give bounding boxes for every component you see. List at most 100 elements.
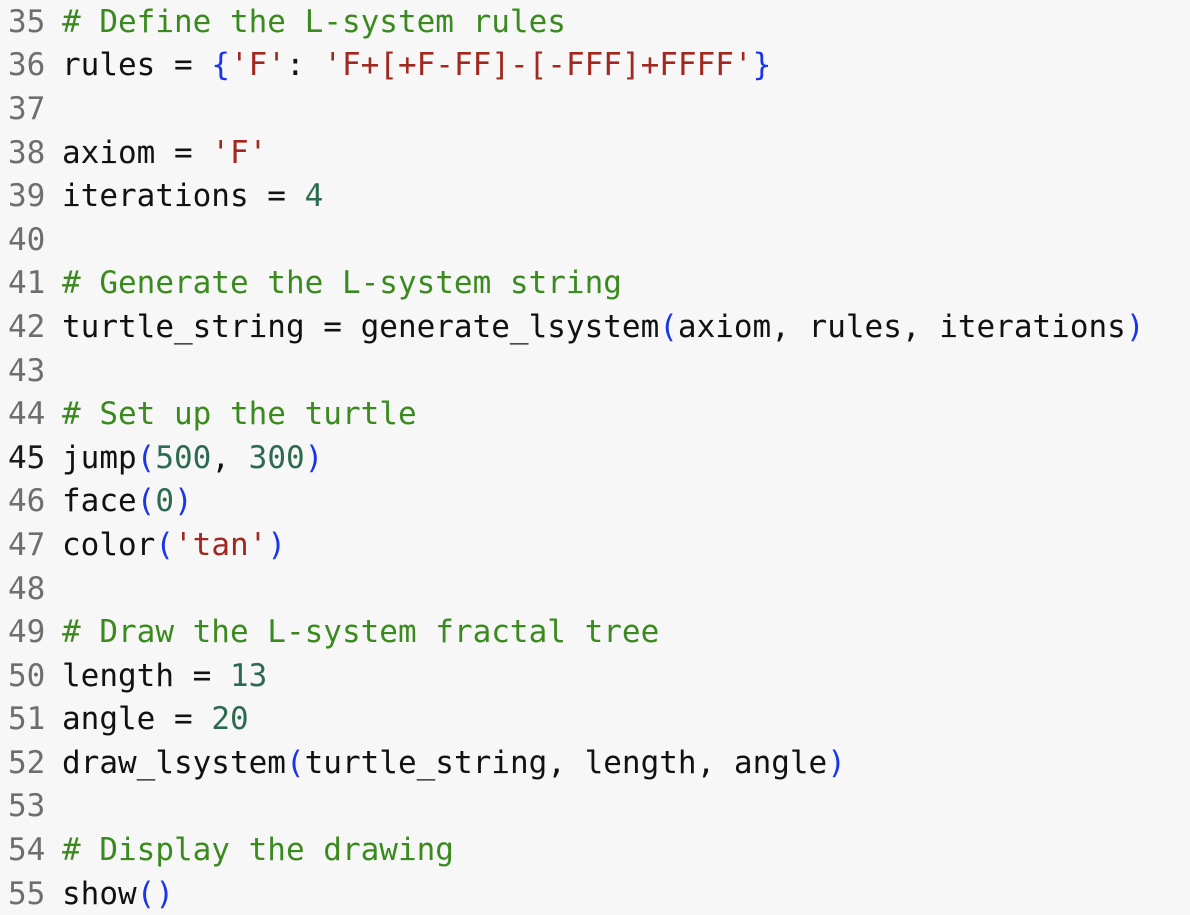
code-token: (	[659, 308, 678, 345]
code-line[interactable]: 49 # Draw the L-system fractal tree	[0, 610, 1190, 654]
code-token: iterations =	[62, 178, 305, 215]
code-token: angle =	[62, 701, 212, 738]
code-text: # Set up the turtle	[54, 396, 417, 432]
code-text: show()	[54, 876, 174, 912]
code-token: )	[1125, 308, 1145, 345]
line-number: 44	[8, 396, 46, 433]
code-line[interactable]: 43	[0, 349, 1190, 393]
code-token: 0	[155, 483, 174, 520]
code-text: iterations = 4	[54, 178, 323, 214]
line-number: 43	[8, 352, 46, 389]
code-token: # Generate the L-system string	[62, 265, 622, 302]
code-line[interactable]: 36 rules = {'F': 'F+[+F-FF]-[-FFF]+FFFF'}	[0, 44, 1190, 88]
code-line[interactable]: 47 color('tan')	[0, 523, 1190, 567]
code-token: 'F+[+F-FF]-[-FFF]+FFFF'	[323, 47, 753, 84]
code-line[interactable]: 40	[0, 218, 1190, 262]
line-number: 50	[8, 657, 46, 694]
code-token: )	[267, 526, 286, 563]
code-text: face(0)	[54, 483, 193, 519]
line-number: 42	[8, 308, 46, 345]
code-line[interactable]: 35 # Define the L-system rules	[0, 0, 1190, 44]
code-line[interactable]: 37	[0, 87, 1190, 131]
code-text: axiom = 'F'	[54, 135, 267, 171]
line-number: 35	[8, 3, 46, 40]
code-text: # Define the L-system rules	[54, 4, 566, 40]
code-token: face	[62, 483, 137, 520]
code-text: # Draw the L-system fractal tree	[54, 614, 659, 650]
code-line[interactable]: 41 # Generate the L-system string	[0, 262, 1190, 306]
code-text: jump(500, 300)	[54, 440, 323, 476]
code-text: draw_lsystem(turtle_string, length, angl…	[54, 745, 846, 781]
code-line[interactable]: 46 face(0)	[0, 480, 1190, 524]
code-token: ()	[136, 875, 174, 912]
line-number: 53	[8, 788, 46, 825]
code-token: (	[136, 483, 156, 520]
code-line[interactable]: 38 axiom = 'F'	[0, 131, 1190, 175]
code-text: rules = {'F': 'F+[+F-FF]-[-FFF]+FFFF'}	[54, 47, 771, 83]
code-token: {	[211, 47, 230, 84]
code-line[interactable]: 45 jump(500, 300)	[0, 436, 1190, 480]
line-number: 48	[8, 570, 46, 607]
code-token: ,	[211, 439, 249, 476]
line-number: 40	[8, 221, 46, 258]
code-text: # Display the drawing	[54, 832, 454, 868]
line-number: 46	[8, 483, 46, 520]
line-number: 51	[8, 701, 46, 738]
code-token: 'F'	[229, 47, 286, 84]
code-token: )	[174, 483, 193, 520]
code-token: # Draw the L-system fractal tree	[62, 614, 660, 651]
code-token: :	[285, 47, 324, 84]
code-token: turtle_string = generate_lsystem	[62, 308, 660, 345]
code-editor[interactable]: 35 # Define the L-system rules 36 rules = {…	[0, 0, 1190, 912]
line-number: 39	[8, 178, 46, 215]
code-token: (	[285, 744, 305, 781]
code-line[interactable]: 50 length = 13	[0, 654, 1190, 698]
code-line[interactable]: 44 # Set up the turtle	[0, 392, 1190, 436]
code-token: turtle_string, length, angle	[304, 744, 828, 781]
line-number: 41	[8, 265, 46, 302]
code-text: angle = 20	[54, 701, 249, 737]
line-number: 54	[8, 832, 46, 869]
code-line[interactable]: 51 angle = 20	[0, 698, 1190, 742]
code-text: # Generate the L-system string	[54, 265, 622, 301]
code-token: color	[62, 526, 156, 563]
code-token: 'tan'	[174, 526, 268, 563]
code-line[interactable]: 39 iterations = 4	[0, 174, 1190, 218]
code-token: # Set up the turtle	[62, 396, 417, 433]
code-token: axiom, rules, iterations	[677, 308, 1126, 345]
line-number: 36	[8, 47, 46, 84]
code-token: jump	[62, 439, 137, 476]
code-text: length = 13	[54, 658, 267, 694]
code-text: color('tan')	[54, 527, 286, 563]
line-number: 47	[8, 526, 46, 563]
line-number: 45	[8, 439, 46, 476]
code-token: show	[62, 875, 137, 912]
line-number: 49	[8, 614, 46, 651]
code-token: 500	[155, 439, 212, 476]
line-number: 38	[8, 134, 46, 171]
code-line[interactable]: 42 turtle_string = generate_lsystem(axiom…	[0, 305, 1190, 349]
code-token: 300	[248, 439, 305, 476]
code-token: length =	[62, 657, 230, 694]
code-token: rules =	[62, 47, 212, 84]
code-token: )	[304, 439, 324, 476]
code-token: 20	[211, 701, 249, 738]
code-text: turtle_string = generate_lsystem(axiom, …	[54, 309, 1145, 345]
code-token: 4	[304, 178, 324, 215]
code-token: draw_lsystem	[62, 744, 286, 781]
code-line[interactable]: 54 # Display the drawing	[0, 828, 1190, 872]
line-number: 37	[8, 90, 46, 127]
code-token: (	[136, 439, 156, 476]
code-token: }	[752, 47, 772, 84]
code-line[interactable]: 55 show()	[0, 872, 1190, 915]
code-line[interactable]: 52 draw_lsystem(turtle_string, length, an…	[0, 741, 1190, 785]
line-number: 55	[8, 875, 46, 912]
code-token: (	[155, 526, 174, 563]
code-line[interactable]: 48	[0, 567, 1190, 611]
code-token: 13	[229, 657, 268, 694]
code-token: axiom =	[62, 134, 212, 171]
code-token: # Define the L-system rules	[62, 3, 566, 40]
code-token: )	[827, 744, 846, 781]
code-line[interactable]: 53	[0, 785, 1190, 829]
code-token: 'F'	[211, 134, 268, 171]
